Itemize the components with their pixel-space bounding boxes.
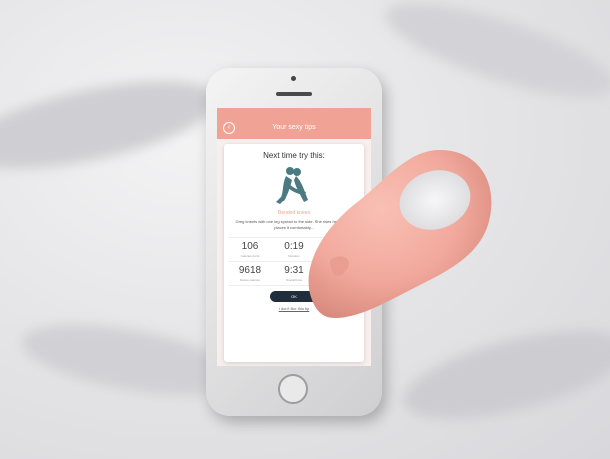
- device-body: [308, 150, 492, 318]
- product-photo: ‹ Your sexy tips Next time try this: Ben…: [0, 0, 610, 459]
- pink-ring-device: [308, 150, 492, 318]
